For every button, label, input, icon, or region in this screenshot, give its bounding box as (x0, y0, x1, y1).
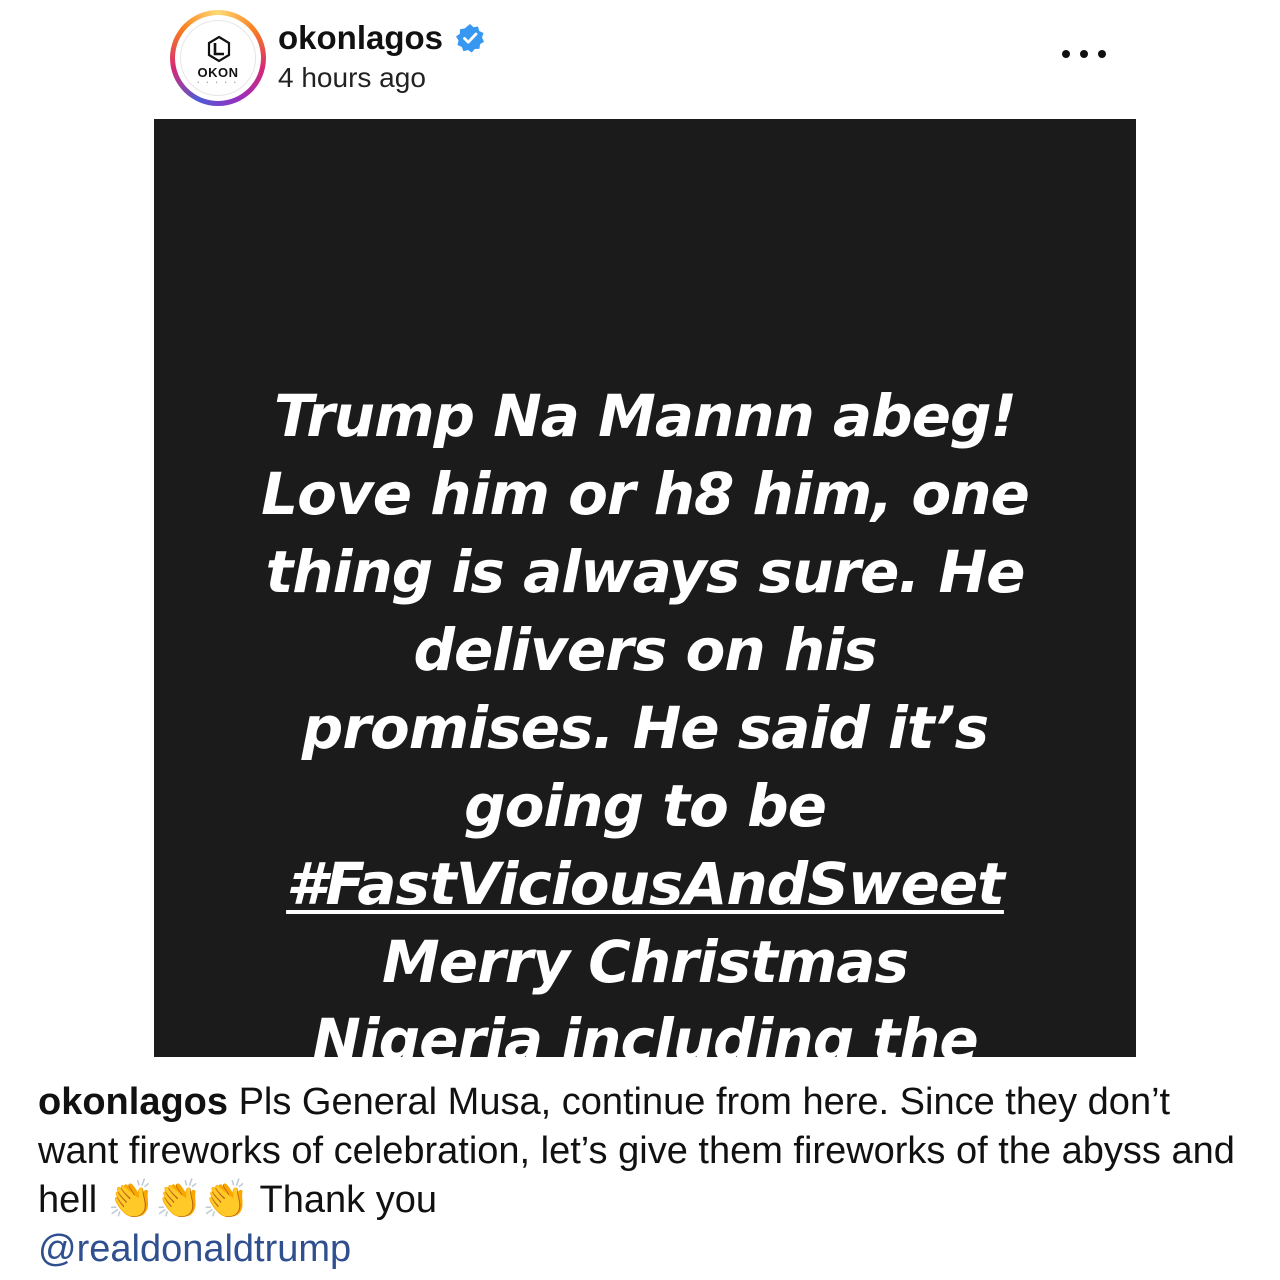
post-hashtag: #FastViciousAndSweet (286, 850, 1005, 918)
post-line: Trump Na Mannn abeg! (274, 382, 1017, 450)
post-line: thing is always sure. He (265, 538, 1026, 606)
clapping-hands-icon: 👏👏👏 (107, 1179, 250, 1221)
avatar-brand-text: OKON (197, 65, 239, 80)
post-image-text: Trump Na Mannn abeg! Love him or h8 him,… (154, 377, 1136, 1157)
post-line: Nigeria including the (312, 1006, 979, 1074)
post-line: promises. He said it’s (301, 694, 989, 762)
caption-username[interactable]: okonlagos (38, 1081, 228, 1123)
more-options-icon[interactable] (1062, 42, 1106, 66)
post-timestamp: 4 hours ago (278, 62, 426, 93)
caption-text-after: Thank you (249, 1179, 437, 1221)
avatar[interactable]: OKON • • • • • (170, 10, 266, 106)
okon-logo-icon: OKON • • • • • (180, 20, 256, 96)
post-image[interactable]: Trump Na Mannn abeg! Love him or h8 him,… (154, 119, 1136, 1152)
post-header: OKON • • • • • okonlagos 4 hours ago (0, 0, 1280, 110)
mention-link[interactable]: @realdonaldtrump (38, 1228, 351, 1270)
post-line: going to be (464, 772, 827, 840)
post-line: Merry Christmas (382, 928, 909, 996)
post-line: delivers on his (413, 616, 877, 684)
avatar-brand-dots: • • • • • (197, 80, 239, 86)
username-link[interactable]: okonlagos (278, 19, 443, 57)
post-caption: okonlagos Pls General Musa, continue fro… (38, 1078, 1248, 1274)
verified-badge-icon (456, 24, 485, 53)
post-line: Love him or h8 him, one (261, 460, 1030, 528)
